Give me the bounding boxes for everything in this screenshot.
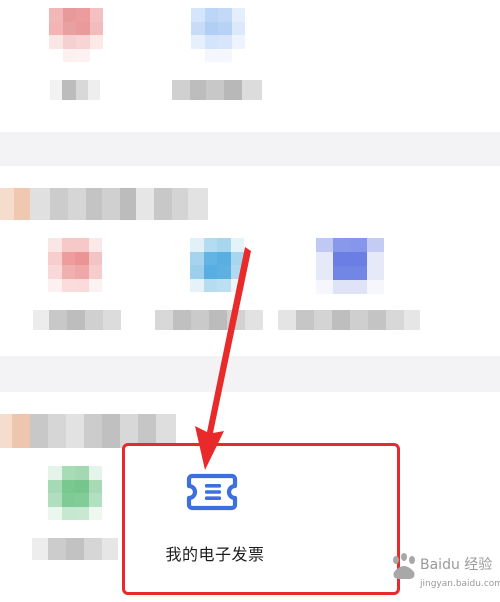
baidu-jingyan-watermark: Baidu 经验 jingyan.baidu.com: [393, 553, 500, 589]
svg-text:Baidu 经验: Baidu 经验: [420, 557, 492, 573]
svg-text:jingyan.baidu.com: jingyan.baidu.com: [419, 579, 500, 589]
annotation-arrow: [195, 247, 251, 470]
